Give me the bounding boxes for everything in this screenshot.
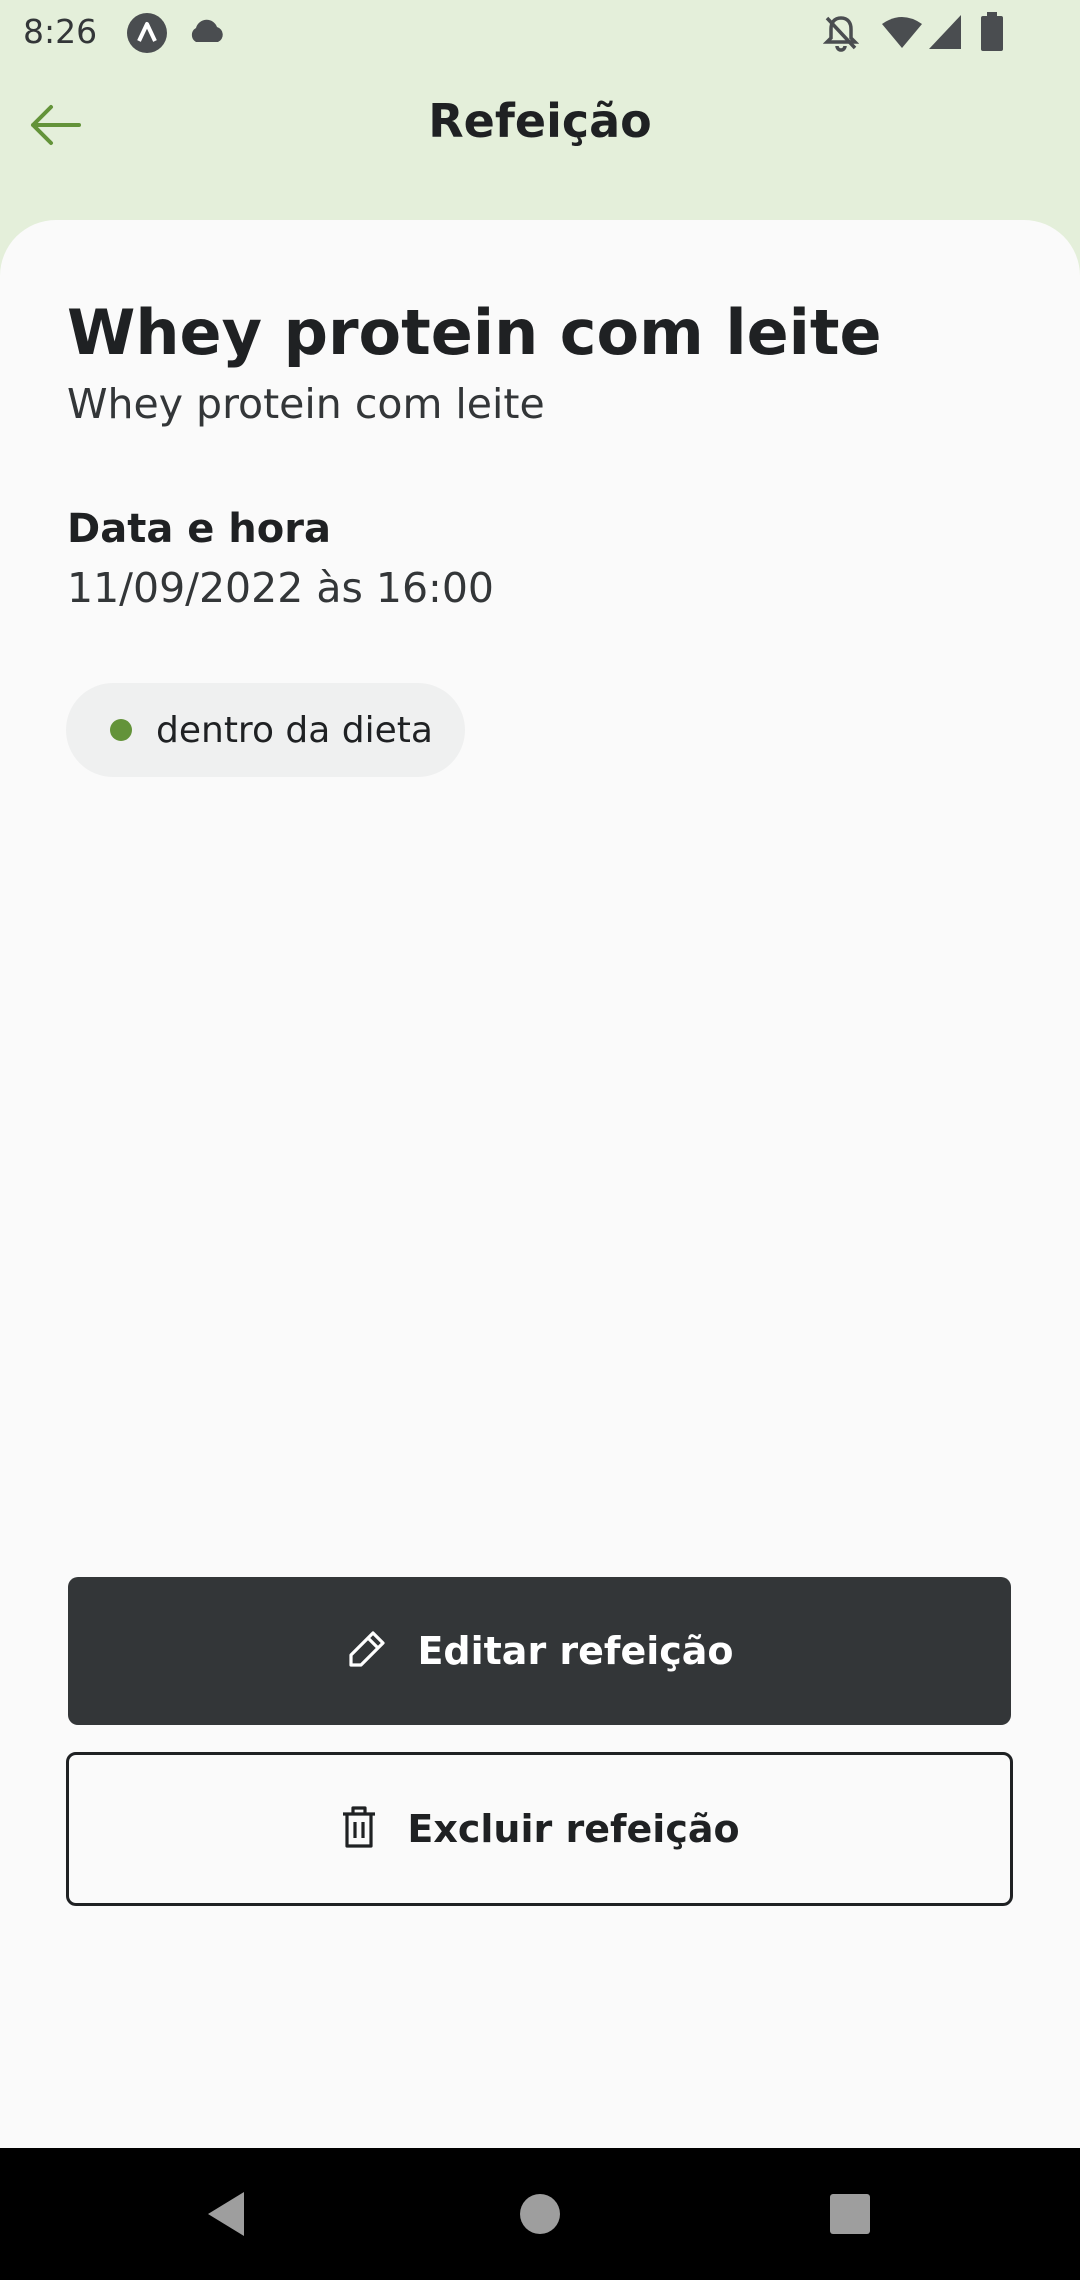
back-triangle-icon <box>204 2189 248 2243</box>
wifi-icon <box>880 16 924 54</box>
trash-icon <box>339 1804 379 1854</box>
edit-meal-label: Editar refeição <box>417 1629 734 1673</box>
pencil-icon <box>345 1627 389 1675</box>
meal-description: Whey protein com leite <box>67 380 545 428</box>
diet-status-text: dentro da dieta <box>156 709 433 751</box>
status-dot-icon <box>110 719 132 741</box>
cloud-icon <box>186 18 226 48</box>
diet-status-badge: dentro da dieta <box>66 683 465 777</box>
nav-recents-button[interactable] <box>820 2186 880 2246</box>
nav-home-button[interactable] <box>510 2186 570 2246</box>
meal-name: Whey protein com leite <box>67 296 882 369</box>
header: Refeição <box>0 66 1080 220</box>
status-bar: 8:26 <box>0 0 1080 66</box>
delete-meal-label: Excluir refeição <box>407 1807 740 1851</box>
page-title: Refeição <box>428 94 652 148</box>
edit-meal-button[interactable]: Editar refeição <box>68 1577 1011 1725</box>
datetime-label: Data e hora <box>67 506 331 552</box>
bell-off-icon <box>822 14 860 56</box>
datetime-value: 11/09/2022 às 16:00 <box>67 564 495 612</box>
home-circle-icon <box>518 2192 562 2240</box>
signal-icon <box>928 14 962 54</box>
status-time: 8:26 <box>23 12 98 51</box>
system-nav-bar <box>0 2148 1080 2280</box>
recents-square-icon <box>828 2192 872 2240</box>
battery-icon <box>980 12 1004 56</box>
app-notification-icon <box>126 12 168 58</box>
delete-meal-button[interactable]: Excluir refeição <box>66 1752 1013 1906</box>
nav-back-button[interactable] <box>196 2186 256 2246</box>
